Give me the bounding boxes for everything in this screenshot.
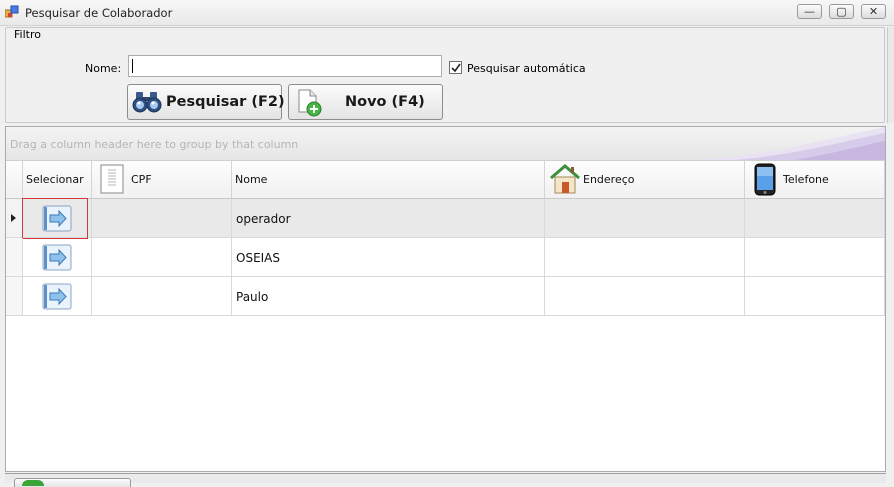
select-cell[interactable]	[23, 277, 92, 316]
column-header-selecionar[interactable]: Selecionar	[23, 161, 92, 199]
document-icon	[100, 164, 124, 197]
text-caret	[132, 59, 133, 73]
arrow-right-icon[interactable]	[42, 244, 72, 271]
new-button-label: Novo (F4)	[345, 94, 425, 110]
row-indicator	[6, 238, 23, 277]
new-document-icon	[297, 89, 323, 121]
focused-cell-frame	[22, 198, 88, 239]
maximize-button[interactable]: ▢	[829, 4, 854, 19]
table-cell-cpf[interactable]	[92, 199, 232, 238]
table-cell-telefone[interactable]	[745, 199, 885, 238]
group-panel-hint: Drag a column header here to group by th…	[10, 138, 299, 151]
auto-search-label[interactable]: Pesquisar automática	[467, 62, 586, 75]
row-indicator-header	[6, 161, 23, 199]
search-button-label: Pesquisar (F2)	[166, 94, 285, 110]
table-cell-cpf[interactable]	[92, 277, 232, 316]
group-by-panel[interactable]: Drag a column header here to group by th…	[6, 127, 885, 161]
binoculars-icon	[132, 90, 162, 118]
mobile-phone-icon	[754, 163, 776, 199]
column-header-nome[interactable]: Nome	[232, 161, 545, 199]
close-button[interactable]: ✕	[861, 4, 886, 19]
table-cell-cpf[interactable]	[92, 238, 232, 277]
filter-legend: Filtro	[13, 28, 42, 41]
name-input[interactable]	[128, 55, 442, 77]
name-label: Nome:	[85, 62, 122, 75]
column-header-cpf[interactable]: CPF	[92, 161, 232, 199]
house-icon	[549, 163, 581, 198]
table-cell-nome[interactable]: OSEIAS	[232, 238, 545, 277]
search-button[interactable]: Pesquisar (F2)	[127, 84, 285, 120]
table-cell-endereco[interactable]	[545, 199, 745, 238]
decorative-swoosh	[695, 127, 885, 160]
window-title: Pesquisar de Colaborador	[25, 6, 173, 20]
minimize-button[interactable]: —	[797, 4, 822, 19]
table-cell-nome[interactable]: Paulo	[232, 277, 545, 316]
table-cell-endereco[interactable]	[545, 277, 745, 316]
green-circle-icon	[22, 480, 44, 486]
app-icon	[4, 5, 20, 19]
row-indicator	[6, 199, 23, 238]
arrow-right-icon[interactable]	[42, 283, 72, 310]
table-cell-telefone[interactable]	[745, 277, 885, 316]
column-header-endereco[interactable]: Endereço	[545, 161, 745, 199]
row-indicator	[6, 277, 23, 316]
collaborator-grid: Drag a column header here to group by th…	[5, 126, 886, 472]
table-cell-endereco[interactable]	[545, 238, 745, 277]
current-row-arrow-icon	[11, 214, 16, 222]
new-button[interactable]: Novo (F4)	[288, 84, 443, 120]
column-header-telefone[interactable]: Telefone	[745, 161, 885, 199]
checkmark-icon	[451, 63, 461, 73]
auto-search-checkbox[interactable]	[449, 61, 462, 74]
select-cell[interactable]	[23, 238, 92, 277]
table-cell-nome[interactable]: operador	[232, 199, 545, 238]
table-cell-telefone[interactable]	[745, 238, 885, 277]
title-bar: Pesquisar de Colaborador — ▢ ✕	[0, 0, 894, 26]
side-panel-edge	[887, 27, 894, 123]
